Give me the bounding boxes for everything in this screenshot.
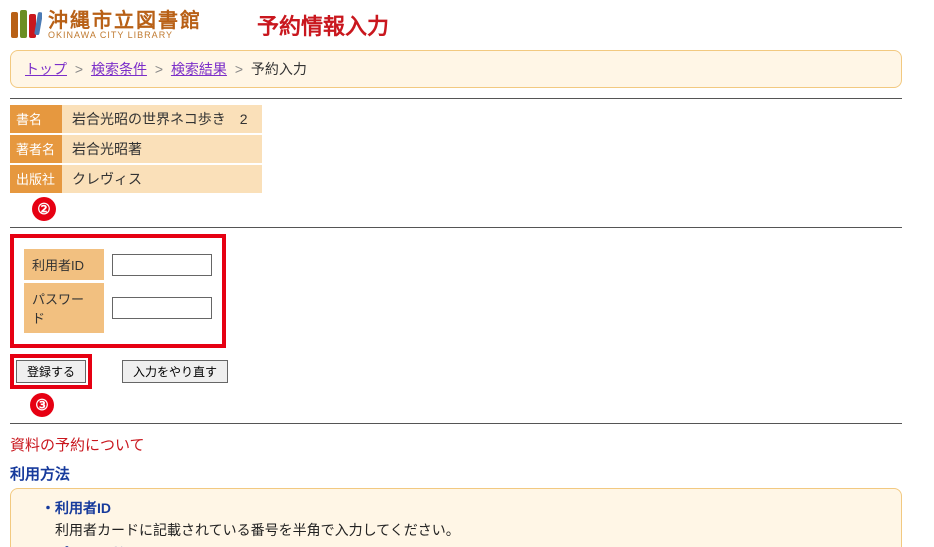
- books-logo-icon: [10, 8, 42, 42]
- divider: [10, 227, 902, 228]
- annotation-badge-3-wrap: ③: [30, 393, 902, 417]
- book-info-table: 書名 岩合光昭の世界ネコ歩き 2 著者名 岩合光昭著 出版社 クレヴィス: [10, 105, 902, 193]
- password-input[interactable]: [112, 297, 212, 319]
- user-id-label: 利用者ID: [24, 249, 104, 280]
- breadcrumb-link-results[interactable]: 検索結果: [171, 61, 227, 77]
- user-id-input[interactable]: [112, 254, 212, 276]
- site-logo[interactable]: 沖縄市立図書館 OKINAWA CITY LIBRARY: [10, 8, 202, 42]
- annotation-badge-2: ②: [32, 197, 56, 221]
- annotation-badge-3: ③: [30, 393, 54, 417]
- site-subname: OKINAWA CITY LIBRARY: [48, 31, 202, 40]
- page-content: 沖縄市立図書館 OKINAWA CITY LIBRARY 予約情報入力 トップ …: [0, 0, 912, 547]
- divider: [10, 98, 902, 99]
- register-button[interactable]: 登録する: [16, 360, 86, 383]
- chevron-right-icon: >: [151, 61, 167, 77]
- annotation-badge-2-wrap: ②: [32, 197, 902, 221]
- help-box: 利用者ID 利用者カードに記載されている番号を半角で入力してください。 パスワー…: [10, 488, 902, 547]
- password-label: パスワード: [24, 283, 104, 333]
- help-term-id: 利用者ID: [41, 497, 891, 519]
- table-row: 出版社 クレヴィス: [10, 165, 902, 193]
- help-text-id: 利用者カードに記載されている番号を半角で入力してください。: [41, 519, 891, 541]
- site-logo-text: 沖縄市立図書館 OKINAWA CITY LIBRARY: [48, 11, 202, 40]
- page-title: 予約情報入力: [257, 9, 389, 41]
- book-title-label: 書名: [10, 105, 62, 133]
- page-header: 沖縄市立図書館 OKINAWA CITY LIBRARY 予約情報入力: [10, 8, 902, 42]
- book-publisher-value: クレヴィス: [62, 165, 262, 193]
- chevron-right-icon: >: [71, 61, 87, 77]
- table-row: 著者名 岩合光昭著: [10, 135, 902, 163]
- section-howto: 利用方法: [10, 463, 902, 484]
- breadcrumb: トップ > 検索条件 > 検索結果 > 予約入力: [10, 50, 902, 88]
- table-row: 書名 岩合光昭の世界ネコ歩き 2: [10, 105, 902, 133]
- book-author-label: 著者名: [10, 135, 62, 163]
- section-about-reserve: 資料の予約について: [10, 434, 902, 455]
- breadcrumb-link-search[interactable]: 検索条件: [91, 61, 147, 77]
- help-term-pw: パスワード: [41, 542, 891, 547]
- reset-button[interactable]: 入力をやり直す: [122, 360, 228, 383]
- divider: [10, 423, 902, 424]
- breadcrumb-link-top[interactable]: トップ: [25, 61, 67, 77]
- book-publisher-label: 出版社: [10, 165, 62, 193]
- login-row-pw: パスワード: [24, 283, 212, 333]
- login-form: 利用者ID パスワード: [10, 234, 226, 348]
- breadcrumb-current: 予約入力: [251, 61, 307, 77]
- register-button-frame: 登録する: [10, 354, 92, 389]
- site-name: 沖縄市立図書館: [48, 11, 202, 31]
- book-author-value: 岩合光昭著: [62, 135, 262, 163]
- book-title-value: 岩合光昭の世界ネコ歩き 2: [62, 105, 262, 133]
- chevron-right-icon: >: [231, 61, 247, 77]
- login-row-id: 利用者ID: [24, 249, 212, 280]
- form-buttons: 登録する 入力をやり直す: [10, 354, 902, 389]
